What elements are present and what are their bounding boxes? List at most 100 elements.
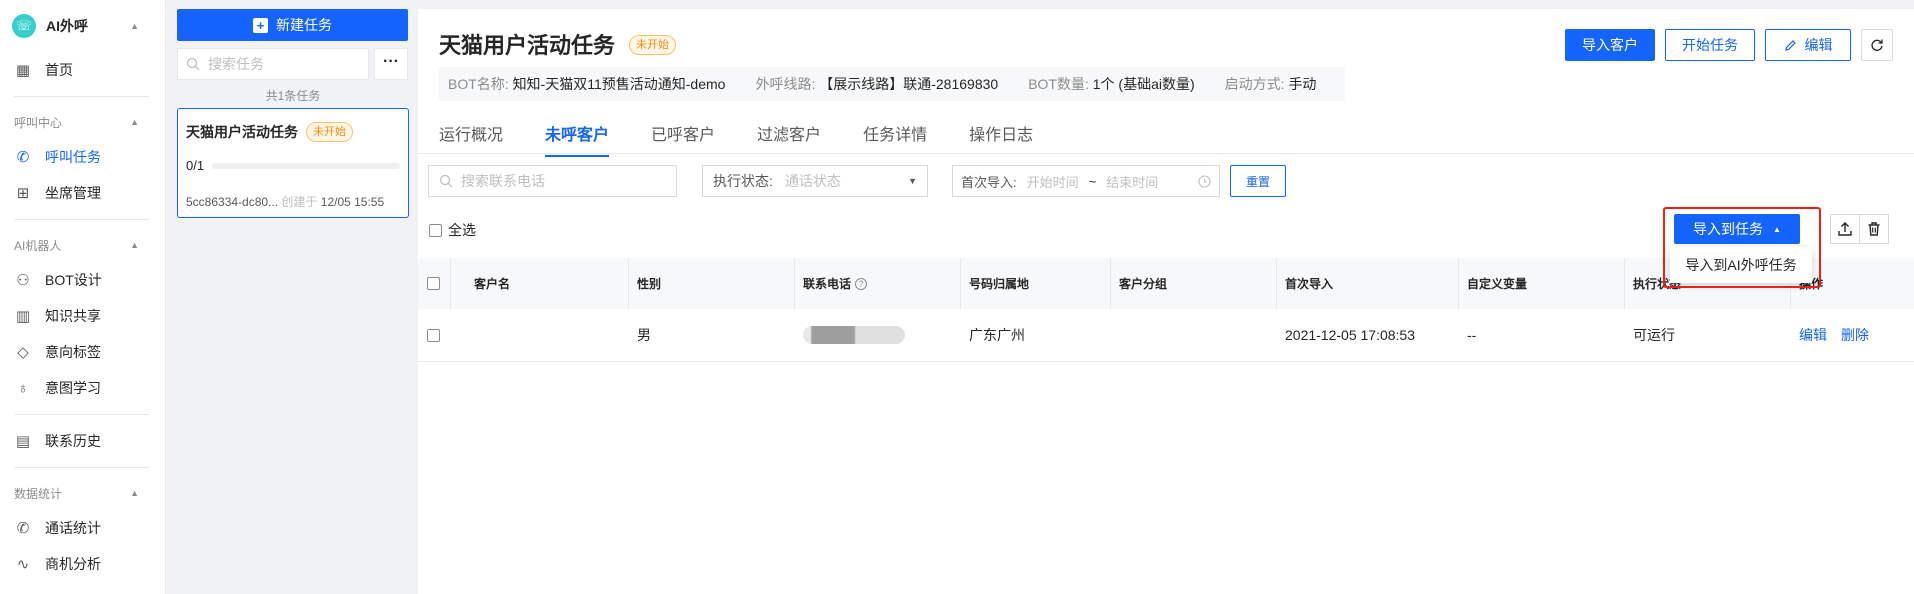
phone-logo-icon: ☏ — [12, 14, 36, 38]
tab-bar: 运行概况 未呼客户 已呼客户 过滤客户 任务详情 操作日志 — [439, 121, 1033, 157]
import-customers-button[interactable]: 导入客户 — [1565, 29, 1655, 61]
row-checkbox[interactable] — [427, 328, 440, 342]
page-title: 天猫用户活动任务 — [439, 33, 616, 58]
nav-group-stats[interactable]: 数据统计 ▲ — [0, 476, 165, 510]
phone-search-input[interactable] — [461, 173, 661, 189]
divider — [14, 219, 149, 220]
sidebar-item-call-stats[interactable]: ✆ 通话统计 — [0, 510, 165, 546]
caret-up-icon: ▲ — [130, 488, 139, 498]
refresh-icon — [1871, 39, 1883, 51]
cell-custom-var: -- — [1467, 327, 1477, 343]
task-progress-bar — [212, 162, 400, 169]
first-import-date-range[interactable]: 首次导入: 开始时间 ~ 结束时间 — [952, 165, 1220, 197]
sidebar-item-bot-design[interactable]: ⚇ BOT设计 — [0, 262, 165, 298]
import-to-task-button[interactable]: 导入到任务 ▲ — [1674, 214, 1800, 244]
task-card-title: 天猫用户活动任务 — [186, 124, 298, 140]
column-header: 客户分组 — [1110, 258, 1276, 309]
caret-up-icon[interactable]: ▲ — [130, 21, 139, 31]
masked-phone — [803, 326, 905, 344]
header-checkbox[interactable] — [427, 277, 440, 290]
start-task-label: 开始任务 — [1682, 37, 1738, 53]
sidebar-item-call-tasks[interactable]: ✆ 呼叫任务 — [0, 139, 165, 175]
header-checkbox-cell — [418, 258, 450, 309]
trash-icon — [1868, 222, 1880, 236]
sidebar-item-home[interactable]: ▦ 首页 — [0, 52, 165, 88]
help-icon[interactable]: ? — [855, 277, 868, 290]
tab-filtered[interactable]: 过滤客户 — [757, 121, 821, 157]
sidebar-item-intent-tags[interactable]: ◇ 意向标签 — [0, 334, 165, 370]
start-task-button[interactable]: 开始任务 — [1665, 29, 1755, 61]
task-search[interactable] — [177, 48, 369, 80]
cell-exec-status: 可运行 — [1633, 327, 1675, 343]
cell-location: 广东广州 — [969, 327, 1025, 343]
new-task-button[interactable]: + 新建任务 — [177, 9, 408, 41]
brand-header[interactable]: ☏ AI外呼 ▲ — [0, 0, 165, 52]
main-panel: 天猫用户活动任务 未开始 BOT名称: 知知-天猫双11预售活动通知-demo … — [418, 9, 1914, 594]
menu-item-import-ai-task[interactable]: 导入到AI外呼任务 — [1685, 255, 1796, 275]
upload-button[interactable] — [1830, 214, 1860, 244]
new-task-label: 新建任务 — [276, 17, 332, 33]
divider — [14, 414, 149, 415]
task-card[interactable]: 天猫用户活动任务 未开始 0/1 5cc86334-dc80... 创建于 12… — [177, 108, 409, 218]
bot-count-value: 1个 (基础ai数量) — [1092, 76, 1195, 92]
delete-button[interactable] — [1859, 214, 1889, 244]
sidebar-item-intent-learning[interactable]: ♁ 意图学习 — [0, 370, 165, 406]
import-customers-label: 导入客户 — [1582, 37, 1638, 53]
edit-button[interactable]: 编辑 — [1765, 29, 1851, 61]
tab-called[interactable]: 已呼客户 — [651, 121, 715, 157]
brand-title: AI外呼 — [46, 18, 88, 34]
cell-name — [450, 309, 628, 361]
sidebar-item-agents[interactable]: ⊞ 坐席管理 — [0, 175, 165, 211]
sidebar-item-history[interactable]: ▤ 联系历史 — [0, 423, 165, 459]
sidebar-item-label: 意向标签 — [45, 344, 101, 360]
caret-up-icon: ▲ — [130, 240, 139, 250]
import-to-task-label: 导入到任务 — [1693, 221, 1764, 237]
caret-up-icon: ▲ — [1773, 224, 1781, 234]
cell-group — [1110, 309, 1276, 361]
row-delete-link[interactable]: 删除 — [1841, 325, 1869, 345]
created-label: 创建于 — [281, 195, 318, 209]
task-info-bar: BOT名称: 知知-天猫双11预售活动通知-demo 外呼线路: 【展示线路】联… — [438, 67, 1345, 101]
grid-icon: ⊞ — [16, 185, 30, 202]
start-time-input[interactable]: 开始时间 — [1027, 172, 1079, 191]
sidebar-item-label: 知识共享 — [45, 308, 101, 324]
more-icon[interactable]: ··· — [374, 48, 408, 80]
status-badge: 未开始 — [629, 35, 676, 55]
select-all[interactable]: 全选 — [429, 220, 476, 240]
nav-group-ai-robot[interactable]: AI机器人 ▲ — [0, 228, 165, 262]
bot-name-value: 知知-天猫双11预售活动通知-demo — [512, 76, 726, 92]
tab-overview[interactable]: 运行概况 — [439, 121, 503, 157]
bot-name-label: BOT名称: — [448, 76, 509, 92]
task-id: 5cc86334-dc80... — [186, 195, 279, 209]
exec-status-label: 执行状态: — [713, 173, 773, 189]
select-all-label: 全选 — [448, 222, 476, 238]
exec-status-select[interactable]: 执行状态: 通话状态 ▼ — [702, 165, 928, 197]
range-separator: ~ — [1088, 173, 1097, 189]
exec-status-placeholder: 通话状态 — [784, 173, 841, 189]
sidebar-item-label: 呼叫任务 — [45, 149, 101, 165]
row-edit-link[interactable]: 编辑 — [1799, 325, 1827, 345]
cell-first-import: 2021-12-05 17:08:53 — [1285, 327, 1415, 343]
divider — [14, 467, 149, 468]
sidebar-item-label: 通话统计 — [45, 520, 101, 536]
task-search-input[interactable] — [208, 56, 358, 72]
caret-down-icon: ▼ — [908, 176, 917, 186]
phone-search[interactable] — [428, 165, 677, 197]
column-header: 性别 — [628, 258, 794, 309]
reset-button[interactable]: 重置 — [1230, 165, 1286, 197]
edit-label: 编辑 — [1804, 37, 1833, 53]
sidebar-item-knowledge[interactable]: ▥ 知识共享 — [0, 298, 165, 334]
tab-task-details[interactable]: 任务详情 — [863, 121, 927, 157]
end-time-input[interactable]: 结束时间 — [1106, 172, 1158, 191]
refresh-button[interactable] — [1861, 29, 1893, 61]
tab-operation-log[interactable]: 操作日志 — [969, 121, 1033, 157]
line-label: 外呼线路: — [755, 76, 816, 92]
nav-group-call-center[interactable]: 呼叫中心 ▲ — [0, 105, 165, 139]
sidebar-item-label: BOT设计 — [45, 272, 102, 288]
sidebar-item-opportunity[interactable]: ∿ 商机分析 — [0, 546, 165, 582]
clock-icon — [1198, 174, 1211, 188]
nav-group-label: 数据统计 — [14, 486, 63, 501]
book-icon: ▥ — [15, 308, 31, 325]
tab-uncalled[interactable]: 未呼客户 — [545, 121, 610, 157]
select-all-checkbox[interactable] — [429, 223, 442, 237]
